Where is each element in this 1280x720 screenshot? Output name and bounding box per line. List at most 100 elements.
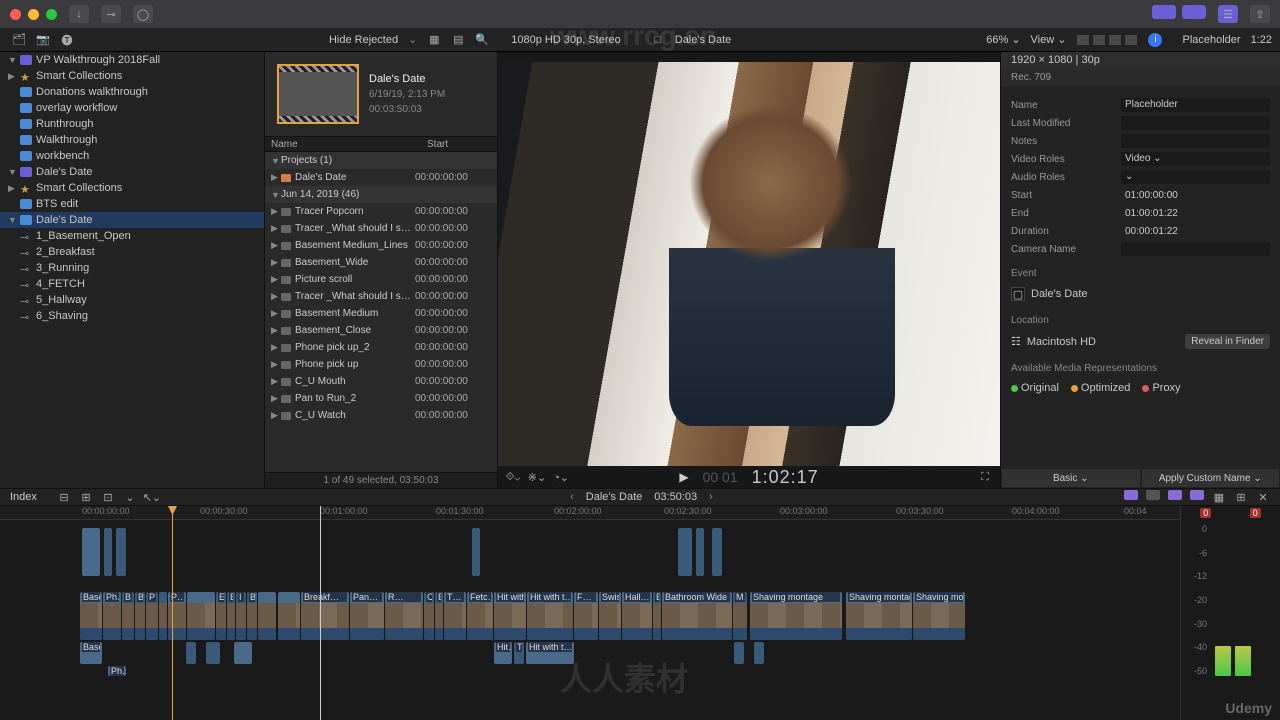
color-inspector-tab[interactable] — [1092, 34, 1106, 46]
play-icon[interactable]: ▶ — [679, 470, 688, 484]
trim-icon[interactable]: ⊟ — [57, 490, 71, 504]
playhead[interactable] — [172, 506, 173, 720]
browser-clip-row[interactable]: ▶Pan to Run_200:00:00:00 — [265, 390, 497, 407]
timeline-clip[interactable]: Hit with t… — [526, 642, 574, 664]
sidebar-item[interactable]: Walkthrough — [0, 132, 264, 148]
sidebar-item[interactable]: Runthrough — [0, 116, 264, 132]
timeline-clip[interactable]: Fetc… — [467, 592, 493, 640]
timeline-clip[interactable] — [82, 528, 100, 576]
library-icon[interactable]: 🗂 — [12, 33, 26, 47]
sidebar-item[interactable]: BTS edit — [0, 196, 264, 212]
timeline-clip[interactable] — [159, 592, 167, 640]
close-window-icon[interactable] — [10, 9, 21, 20]
timeline-clip[interactable]: Hit… — [494, 642, 512, 664]
layout-btn-2[interactable] — [1182, 5, 1206, 19]
fullscreen-icon[interactable]: ⛶ — [978, 470, 992, 484]
project-thumbnail[interactable] — [277, 64, 359, 124]
info-icon[interactable]: i — [1148, 33, 1162, 47]
timeline-clip[interactable]: Hit with t… — [527, 592, 573, 640]
timeline-clip[interactable]: P… — [168, 592, 186, 640]
timeline-clip[interactable]: B… — [135, 592, 145, 640]
range-icon[interactable]: ⊡ — [101, 490, 115, 504]
skimming-icon[interactable] — [1124, 490, 1138, 500]
timeline-clip[interactable]: P… — [146, 592, 158, 640]
col-name[interactable]: Name — [271, 139, 427, 150]
timeline-appearance-icon[interactable]: ▦ — [1212, 490, 1226, 504]
browser-clip-row[interactable]: ▶Picture scroll00:00:00:00 — [265, 271, 497, 288]
keyword-icon[interactable]: ⊸ — [101, 5, 121, 23]
browser-clip-row[interactable]: ▶Tracer _What should I say_00:00:00:00 — [265, 220, 497, 237]
blade-icon[interactable]: ⌄ — [123, 490, 137, 504]
timeline-effects-icon[interactable]: ⊞ — [1234, 490, 1248, 504]
sidebar-item[interactable]: overlay workflow — [0, 100, 264, 116]
timeline-clip[interactable]: B — [653, 592, 661, 640]
timeline-clip[interactable] — [678, 528, 692, 576]
timeline-clip[interactable]: B — [247, 592, 257, 640]
timeline-back-icon[interactable]: ‹ — [570, 491, 574, 503]
group-icon[interactable]: ▤ — [451, 33, 465, 47]
viewer-canvas[interactable] — [498, 62, 1000, 466]
sidebar-item[interactable]: ⊸3_Running — [0, 260, 264, 276]
position-icon[interactable]: ⊞ — [79, 490, 93, 504]
connected-track-bottom[interactable]: Base…Hit…T…Hit with t… — [0, 642, 1170, 664]
timeline-clip[interactable]: Swish… — [599, 592, 621, 640]
share-icon[interactable]: ⇧ — [1250, 5, 1270, 23]
sidebar-item[interactable]: ▼Dale's Date — [0, 212, 264, 228]
browser-clip-row[interactable]: ▶C_U Watch00:00:00:00 — [265, 407, 497, 424]
timeline-clip[interactable]: Ph… — [103, 592, 121, 640]
audio-inspector-tab[interactable] — [1108, 34, 1122, 46]
browser-clip-row[interactable]: ▶Phone pick up00:00:00:00 — [265, 356, 497, 373]
timeline-expand-icon[interactable]: ✕ — [1256, 490, 1270, 504]
browser-group[interactable]: ▼Projects (1) — [265, 152, 497, 169]
browser-clip-row[interactable]: ▶Dale's Date00:00:00:00 — [265, 169, 497, 186]
view-dropdown[interactable]: View ⌄ — [1031, 33, 1067, 46]
timeline-clip[interactable]: Shaving montage — [846, 592, 912, 640]
zoom-window-icon[interactable] — [46, 9, 57, 20]
timeline-clip[interactable]: Bathroom Wide — [662, 592, 732, 640]
info-inspector-tab[interactable] — [1124, 34, 1138, 46]
timeline-clip[interactable] — [712, 528, 722, 576]
primary-storyline[interactable]: Base…Ph…B…B…P…P…EEIBBreakf…Pan…R…CET…Fet… — [0, 592, 1170, 640]
timeline[interactable]: 00:00:00:0000:00:30:0000:01:00:0000:01:3… — [0, 506, 1280, 720]
timeline-clip[interactable]: B… — [122, 592, 134, 640]
sidebar-item[interactable]: Donations walkthrough — [0, 84, 264, 100]
browser-clip-row[interactable]: ▶Basement Medium_Lines00:00:00:00 — [265, 237, 497, 254]
sidebar-item[interactable]: ⊸6_Shaving — [0, 308, 264, 324]
retime-icon[interactable]: ◔⌄ — [554, 470, 568, 484]
timeline-clip[interactable] — [186, 642, 196, 664]
sidebar-item[interactable]: ▼Dale's Date — [0, 164, 264, 180]
import-icon[interactable]: ↓ — [69, 5, 89, 23]
browser-clip-row[interactable]: ▶Basement_Wide00:00:00:00 — [265, 254, 497, 271]
timeline-clip[interactable] — [187, 592, 215, 640]
timeline-clip[interactable] — [206, 642, 220, 664]
sidebar-item[interactable]: ⊸4_FETCH — [0, 276, 264, 292]
timeline-clip[interactable]: M… — [733, 592, 747, 640]
layout-btn-3[interactable]: ☰ — [1218, 5, 1238, 23]
reveal-in-finder-button[interactable]: Reveal in Finder — [1185, 334, 1270, 349]
transform-icon[interactable]: ⟐⌄ — [506, 470, 520, 484]
clip-appearance-icon[interactable]: ▦ — [427, 33, 441, 47]
timeline-ruler[interactable]: 00:00:00:0000:00:30:0000:01:00:0000:01:3… — [0, 506, 1280, 520]
hide-rejected-dropdown[interactable]: Hide Rejected — [329, 34, 398, 46]
browser-group[interactable]: ▼Jun 14, 2019 (46) — [265, 186, 497, 203]
timeline-clip[interactable]: I — [236, 592, 246, 640]
browser-clip-row[interactable]: ▶C_U Mouth00:00:00:00 — [265, 373, 497, 390]
timeline-clip[interactable]: Base… — [80, 592, 102, 640]
zoom-dropdown[interactable]: 66% ⌄ — [986, 33, 1020, 46]
minimize-window-icon[interactable] — [28, 9, 39, 20]
browser-clip-row[interactable]: ▶Tracer Popcorn00:00:00:00 — [265, 203, 497, 220]
timeline-clip[interactable]: Shaving mo… — [913, 592, 965, 640]
timeline-clip[interactable] — [754, 642, 764, 664]
timeline-clip[interactable] — [472, 528, 480, 576]
timeline-clip[interactable]: E — [435, 592, 443, 640]
select-tool-icon[interactable]: ↖⌄ — [145, 490, 159, 504]
timeline-clip[interactable]: Hit with t… — [494, 592, 526, 640]
timeline-clip[interactable]: Breakf… — [301, 592, 349, 640]
timeline-clip[interactable]: Pan… — [350, 592, 384, 640]
timeline-clip[interactable] — [104, 528, 112, 576]
timeline-clip[interactable] — [278, 592, 300, 640]
browser-clip-row[interactable]: ▶Basement Medium00:00:00:00 — [265, 305, 497, 322]
timeline-clip[interactable]: Base… — [80, 642, 102, 664]
titles-icon[interactable]: 🅣 — [60, 33, 74, 47]
timeline-clip[interactable] — [696, 528, 704, 576]
